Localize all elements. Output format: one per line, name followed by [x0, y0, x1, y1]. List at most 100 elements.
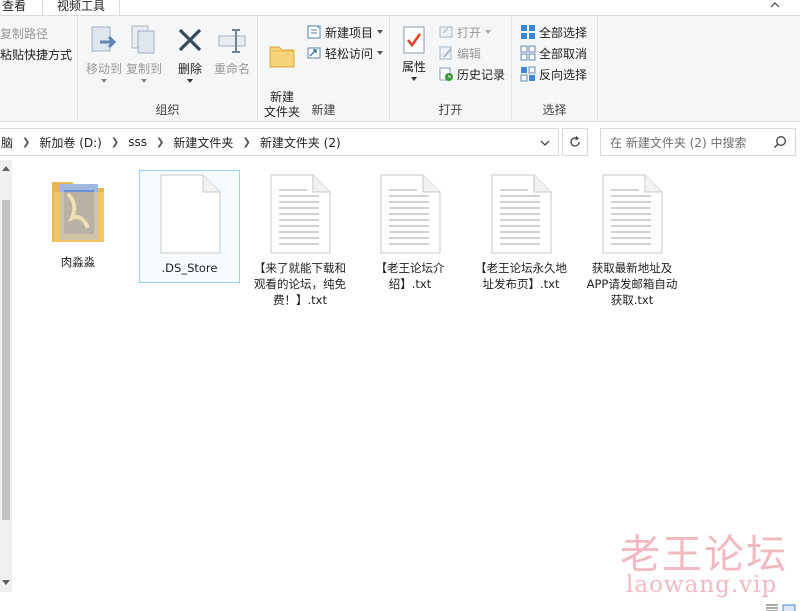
- properties-dropdown-icon: [411, 77, 417, 81]
- rename-icon: [218, 29, 246, 53]
- new-folder-icon: [269, 46, 295, 68]
- group-open: 属性 打开 编辑 历史记录 打开: [390, 16, 512, 122]
- breadcrumb-new-folder-2[interactable]: 新建文件夹 (2): [260, 134, 341, 151]
- watermark-url: laowang.vip: [626, 572, 778, 598]
- edit-label: 编辑: [457, 46, 482, 61]
- text-file-icon: [380, 174, 441, 254]
- text-file-icon: [270, 174, 331, 254]
- file-item-txt[interactable]: 获取最新地址及APP请发邮箱自动获取.txt: [582, 174, 682, 308]
- delete-x-icon: [178, 28, 202, 52]
- delete-button[interactable]: 删除: [170, 24, 210, 83]
- breadcrumb-separator-icon[interactable]: ❯: [156, 137, 164, 148]
- tab-video-tools[interactable]: 视频工具: [42, 0, 121, 15]
- copy-path-button[interactable]: 复制路径: [0, 23, 48, 43]
- ribbon: 复制路径 粘贴快捷方式 移动到 复制到 删除 重命名 组织 新建 文件夹 新建项…: [0, 16, 800, 122]
- scroll-down-arrow-icon[interactable]: [2, 580, 10, 585]
- file-item-name: 肉淼淼: [60, 255, 96, 269]
- scrollbar-thumb[interactable]: [2, 200, 10, 520]
- breadcrumb-separator-icon[interactable]: ❯: [22, 137, 30, 148]
- vertical-scrollbar[interactable]: [0, 160, 12, 592]
- group-select: 全部选择 全部取消 反向选择 选择: [512, 16, 598, 122]
- history-clock-icon: [439, 67, 453, 81]
- group-clipboard: 复制路径 粘贴快捷方式: [0, 16, 78, 122]
- collapse-ribbon-chevron-icon[interactable]: [770, 0, 780, 10]
- properties-label: 属性: [401, 60, 426, 74]
- refresh-button[interactable]: [562, 128, 588, 156]
- file-item-name: 【来了就能下载和观看的论坛，纯免费！】.txt: [254, 261, 346, 307]
- blank-file-icon: [160, 174, 220, 254]
- file-item-txt[interactable]: 【老王论坛介绍】.txt: [360, 174, 460, 292]
- text-file-icon: [602, 174, 663, 254]
- breadcrumb-sss[interactable]: sss: [128, 135, 147, 149]
- select-all-icon: [521, 25, 535, 39]
- history-label: 历史记录: [457, 67, 506, 82]
- file-item-ds-store[interactable]: .DS_Store: [139, 170, 240, 283]
- folder-thumbnail-icon: [52, 182, 104, 242]
- search-placeholder: 在 新建文件夹 (2) 中搜索: [610, 135, 747, 150]
- address-history-chevron-down-icon[interactable]: [540, 139, 550, 147]
- properties-button[interactable]: 属性: [394, 24, 434, 81]
- large-icons-view-icon[interactable]: [782, 599, 796, 611]
- search-icon[interactable]: [773, 135, 787, 149]
- select-all-button[interactable]: 全部选择: [520, 22, 587, 42]
- delete-label: 删除: [177, 62, 202, 76]
- delete-dropdown-icon: [187, 79, 193, 83]
- breadcrumb-this-pc[interactable]: 脑: [1, 134, 13, 151]
- new-item-dropdown-icon: [377, 30, 384, 34]
- select-all-label: 全部选择: [539, 25, 588, 40]
- paste-shortcut-label: 粘贴快捷方式: [0, 47, 73, 62]
- group-organize-label: 组织: [155, 103, 180, 117]
- details-view-icon[interactable]: [765, 599, 779, 611]
- file-item-folder[interactable]: 肉淼淼: [28, 172, 128, 270]
- copy-to-label: 复制到: [125, 62, 162, 76]
- breadcrumb-separator-icon[interactable]: ❯: [111, 137, 119, 148]
- easy-access-dropdown-icon: [377, 51, 384, 55]
- history-button[interactable]: 历史记录: [438, 64, 505, 84]
- open-button[interactable]: 打开: [438, 22, 492, 42]
- address-bar-row: 脑 ❯ 新加卷 (D:) ❯ sss ❯ 新建文件夹 ❯ 新建文件夹 (2) 在…: [0, 124, 800, 158]
- file-item-txt[interactable]: 【来了就能下载和观看的论坛，纯免费！】.txt: [250, 174, 350, 308]
- file-item-txt[interactable]: 【老王论坛永久地址发布页】.txt: [471, 174, 571, 292]
- select-none-label: 全部取消: [539, 46, 588, 61]
- copy-to-button[interactable]: 复制到: [122, 24, 166, 83]
- move-to-button[interactable]: 移动到: [82, 24, 126, 83]
- ribbon-tab-strip: 查看 视频工具: [0, 0, 800, 16]
- move-to-label: 移动到: [85, 62, 122, 76]
- new-item-button[interactable]: 新建项目: [306, 22, 384, 42]
- address-bar[interactable]: 脑 ❯ 新加卷 (D:) ❯ sss ❯ 新建文件夹 ❯ 新建文件夹 (2): [0, 128, 559, 156]
- move-to-icon: [91, 26, 117, 52]
- rename-label: 重命名: [213, 62, 250, 76]
- properties-check-icon: [403, 26, 425, 54]
- new-item-label: 新建项目: [325, 25, 374, 40]
- copy-to-icon: [131, 25, 155, 54]
- easy-access-button[interactable]: 轻松访问: [306, 43, 384, 63]
- rename-button[interactable]: 重命名: [210, 24, 254, 77]
- text-file-icon: [491, 174, 552, 254]
- scroll-up-arrow-icon[interactable]: [2, 166, 10, 171]
- invert-selection-button[interactable]: 反向选择: [520, 64, 587, 84]
- copy-path-label: 复制路径: [0, 26, 49, 41]
- select-none-button[interactable]: 全部取消: [520, 43, 587, 63]
- view-mode-buttons: [762, 599, 796, 611]
- breadcrumb-new-folder[interactable]: 新建文件夹: [173, 134, 233, 151]
- open-label: 打开: [457, 25, 482, 40]
- refresh-icon: [570, 136, 580, 147]
- new-item-icon: [307, 25, 321, 39]
- group-new: 新建 文件夹 新建项目 轻松访问 新建: [258, 16, 390, 122]
- paste-shortcut-button[interactable]: 粘贴快捷方式: [0, 44, 72, 64]
- easy-access-label: 轻松访问: [325, 46, 374, 61]
- copy-to-dropdown-icon: [141, 79, 147, 83]
- open-icon: [439, 26, 453, 38]
- group-select-label: 选择: [542, 103, 567, 117]
- select-none-icon: [520, 45, 536, 61]
- edit-button[interactable]: 编辑: [438, 43, 481, 63]
- search-box[interactable]: 在 新建文件夹 (2) 中搜索: [600, 128, 796, 156]
- file-item-name: .DS_Store: [161, 261, 218, 275]
- breadcrumb-drive-d[interactable]: 新加卷 (D:): [39, 134, 101, 151]
- file-item-name: 【老王论坛介绍】.txt: [375, 261, 445, 291]
- tab-view[interactable]: 查看: [2, 0, 26, 15]
- breadcrumb-separator-icon[interactable]: ❯: [242, 137, 250, 148]
- invert-selection-label: 反向选择: [539, 67, 588, 82]
- file-item-name: 【老王论坛永久地址发布页】.txt: [475, 261, 567, 291]
- group-open-label: 打开: [438, 103, 463, 117]
